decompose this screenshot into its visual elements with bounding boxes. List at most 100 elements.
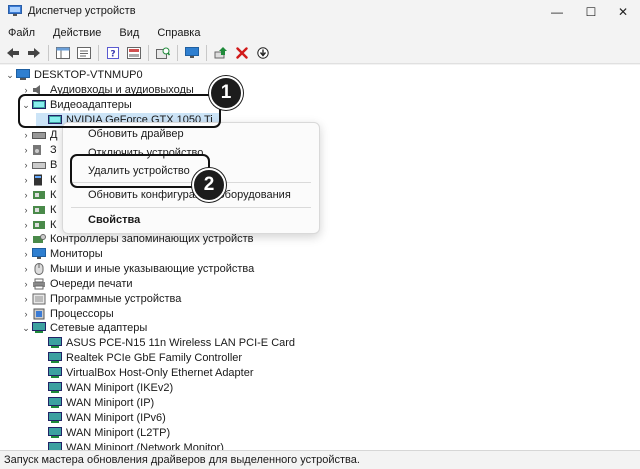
menu-update-driver[interactable]: Обновить драйвер: [88, 126, 184, 142]
svg-text:?: ?: [110, 49, 115, 59]
monitor-icon: [32, 248, 46, 259]
toolbar-separator: [98, 44, 99, 61]
tree-item-label: К: [50, 189, 57, 201]
tree-item-hidden[interactable]: › К: [20, 188, 57, 202]
chevron-down-icon[interactable]: ⌄: [20, 321, 32, 335]
chevron-right-icon[interactable]: ›: [20, 218, 32, 232]
chevron-right-icon[interactable]: ›: [20, 262, 32, 276]
tree-item-mice[interactable]: › Мыши и иные указывающие устройства: [20, 262, 254, 276]
tree-item-label: Мониторы: [50, 248, 103, 260]
tree-item-nic[interactable]: VirtualBox Host-Only Ethernet Adapter: [36, 366, 254, 380]
network-adapter-icon: [48, 337, 62, 348]
chevron-right-icon[interactable]: ›: [20, 143, 32, 157]
chevron-right-icon[interactable]: ›: [20, 247, 32, 261]
network-adapter-icon: [32, 322, 46, 333]
tree-item-hidden[interactable]: › К: [20, 173, 57, 187]
update-driver-icon: [214, 46, 227, 58]
tree-item-label: Процессоры: [50, 308, 114, 320]
chevron-down-icon[interactable]: ⌄: [4, 68, 16, 82]
storage-controller-icon: [33, 234, 46, 243]
show-hide-console-tree-button[interactable]: [54, 44, 72, 62]
tree-item-label: Программные устройства: [50, 293, 182, 305]
view-toolbar-button[interactable]: [125, 44, 143, 62]
tree-item-label: WAN Miniport (IP): [66, 397, 155, 409]
tree-root[interactable]: ⌄ DESKTOP-VTNMUP0: [4, 68, 143, 82]
tree-item-hidden[interactable]: › К: [20, 203, 57, 217]
download-icon: [257, 46, 269, 59]
tree-item-monitors[interactable]: › Мониторы: [20, 247, 103, 261]
tree-item-nic[interactable]: WAN Miniport (IPv6): [36, 411, 166, 425]
tree-item-label: Очереди печати: [50, 278, 133, 290]
chevron-right-icon[interactable]: ›: [20, 203, 32, 217]
menu-properties[interactable]: Свойства: [88, 212, 140, 228]
tree-item-nic[interactable]: WAN Miniport (Network Monitor): [36, 441, 224, 450]
tree-item-hidden[interactable]: › К: [20, 218, 57, 232]
download-toolbar-button[interactable]: [254, 44, 272, 62]
toolbar-separator: [177, 44, 178, 61]
forward-button[interactable]: [25, 44, 43, 62]
chevron-right-icon[interactable]: ›: [20, 292, 32, 306]
scan-hardware-toolbar-button[interactable]: [154, 44, 172, 62]
step-badge-2: 2: [192, 168, 226, 202]
printer-icon: [33, 278, 45, 290]
menu-file[interactable]: Файл: [0, 24, 44, 42]
tree-item-hidden[interactable]: › З: [20, 143, 57, 157]
menu-help[interactable]: Справка: [148, 24, 209, 42]
tree-item-label: WAN Miniport (IPv6): [66, 412, 166, 424]
back-button[interactable]: [4, 44, 22, 62]
tree-item-processors[interactable]: › Процессоры: [20, 307, 114, 321]
chevron-right-icon[interactable]: ›: [20, 232, 32, 246]
maximize-button[interactable]: ☐: [574, 0, 608, 24]
tree-item-storage-controllers[interactable]: › Контроллеры запоминающих устройств: [20, 232, 254, 246]
network-adapter-icon: [48, 367, 62, 378]
chevron-right-icon[interactable]: ›: [20, 158, 32, 172]
chevron-right-icon[interactable]: ›: [20, 173, 32, 187]
status-bar: Запуск мастера обновления драйверов для …: [0, 450, 640, 468]
delete-icon: [236, 46, 248, 59]
tree-item-software-devices[interactable]: › Программные устройства: [20, 292, 182, 306]
tree-item-nic[interactable]: WAN Miniport (IP): [36, 396, 154, 410]
mouse-icon: [34, 263, 44, 275]
tree-item-label: Д: [50, 129, 58, 141]
tree-item-print-queues[interactable]: › Очереди печати: [20, 277, 133, 291]
help-icon: ?: [107, 46, 119, 59]
tree-root-label: DESKTOP-VTNMUP0: [34, 69, 143, 81]
chevron-right-icon[interactable]: ›: [20, 188, 32, 202]
scan-hardware-icon: [156, 47, 170, 59]
tree-item-label: К: [50, 204, 57, 216]
menu-scan-hardware[interactable]: Обновить конфигурацию оборудования: [88, 187, 291, 203]
tree-item-nic[interactable]: ASUS PCE-N15 11n Wireless LAN PCI-E Card: [36, 336, 295, 350]
toolbar-separator: [206, 44, 207, 61]
tree-item-label: WAN Miniport (IKEv2): [66, 382, 174, 394]
monitor-icon: [185, 46, 199, 58]
controller-icon: [33, 221, 45, 229]
menu-separator: [71, 207, 311, 208]
tree-item-nic[interactable]: Realtek PCIe GbE Family Controller: [36, 351, 242, 365]
minimize-button[interactable]: —: [540, 0, 574, 24]
chevron-right-icon[interactable]: ›: [20, 307, 32, 321]
tree-item-nic[interactable]: WAN Miniport (IKEv2): [36, 381, 173, 395]
tree-item-network-adapters[interactable]: ⌄ Сетевые адаптеры: [20, 321, 147, 335]
toolbar-separator: [148, 44, 149, 61]
menu-action[interactable]: Действие: [44, 24, 110, 42]
step-badge-1: 1: [209, 76, 243, 110]
help-toolbar-button[interactable]: ?: [104, 44, 122, 62]
tree-item-nic[interactable]: WAN Miniport (L2TP): [36, 426, 170, 440]
tree-item-label: WAN Miniport (Network Monitor): [66, 442, 224, 450]
tree-item-hidden[interactable]: › В: [20, 158, 58, 172]
monitor-toolbar-button[interactable]: [183, 44, 201, 62]
properties-toolbar-button[interactable]: [75, 44, 93, 62]
tree-item-label: Контроллеры запоминающих устройств: [50, 233, 254, 245]
close-button[interactable]: ✕: [606, 0, 640, 24]
menu-view[interactable]: Вид: [110, 24, 148, 42]
tree-item-label: Realtek PCIe GbE Family Controller: [66, 352, 243, 364]
chevron-right-icon[interactable]: ›: [20, 277, 32, 291]
network-adapter-icon: [48, 442, 62, 450]
uninstall-toolbar-button[interactable]: [233, 44, 251, 62]
chevron-right-icon[interactable]: ›: [20, 128, 32, 142]
tree-item-hidden[interactable]: › Д: [20, 128, 58, 142]
tree-item-label: В: [50, 159, 58, 171]
update-driver-toolbar-button[interactable]: [212, 44, 230, 62]
tree-item-label: VirtualBox Host-Only Ethernet Adapter: [66, 367, 254, 379]
network-adapter-icon: [48, 352, 62, 363]
